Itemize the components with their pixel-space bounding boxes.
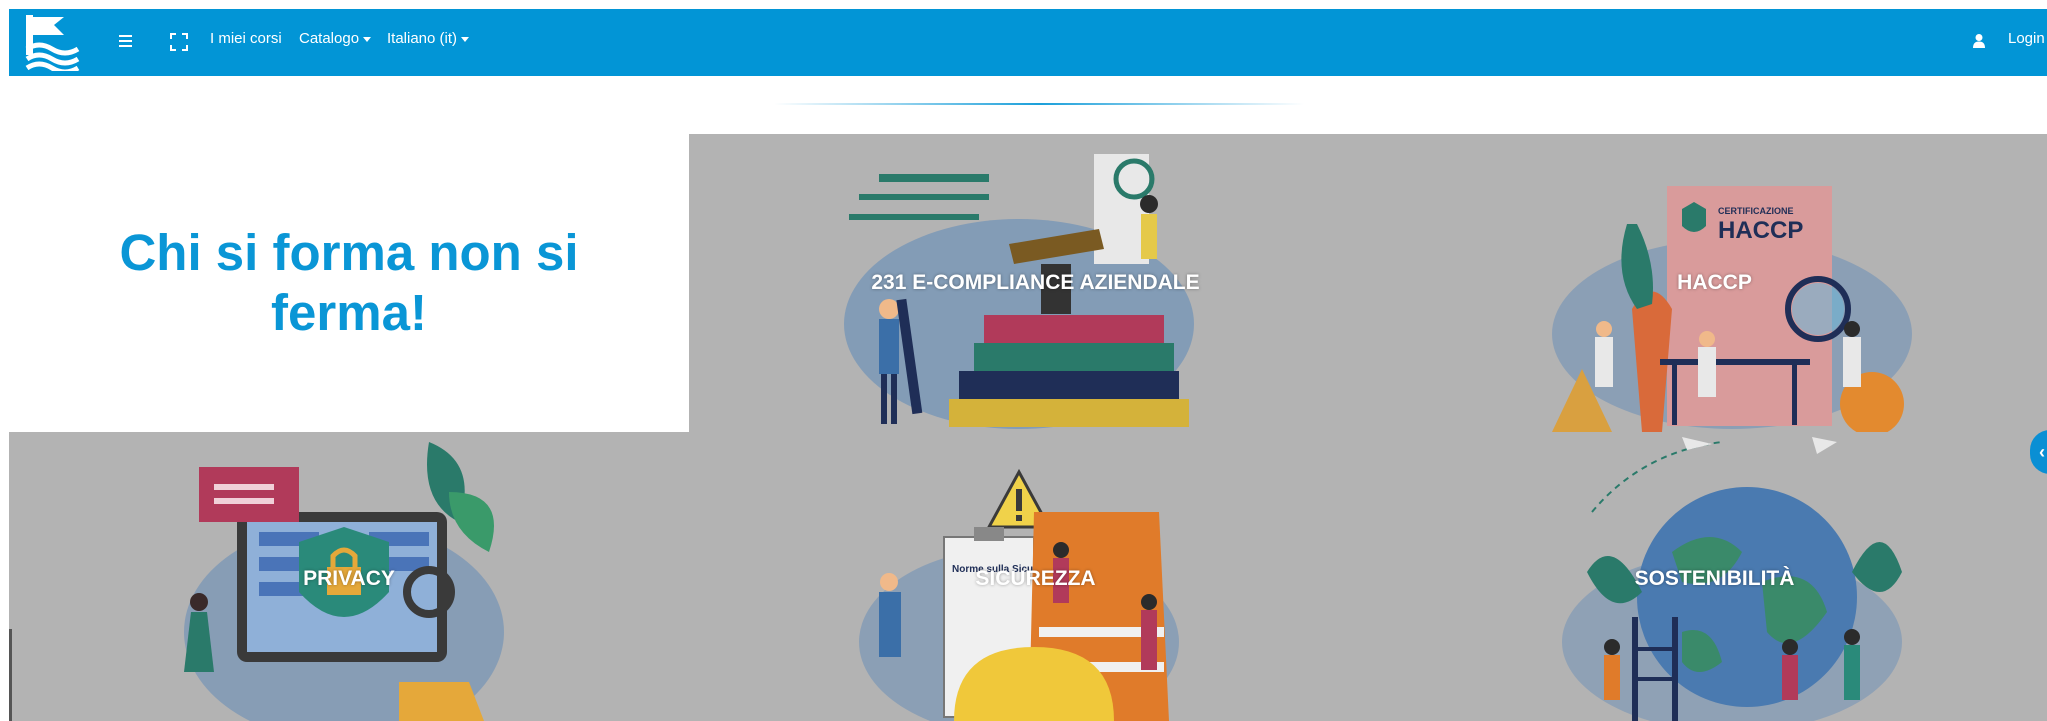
tile-label-sustainability: SOSTENIBILITÀ: [1634, 567, 1795, 590]
decorative-divider: [774, 103, 1304, 105]
nav-catalog-dropdown[interactable]: Catalogo: [299, 30, 372, 47]
chevron-left-icon: ‹: [2039, 442, 2045, 462]
nav-catalog-label: Catalogo: [299, 30, 360, 47]
caret-down-icon: [363, 36, 372, 42]
login-link[interactable]: Login: [2008, 30, 2045, 47]
badge-title: CERTIFICAZIONE: [1718, 206, 1794, 216]
page: I miei corsi Catalogo Italiano (it) Logi…: [9, 9, 2047, 721]
hero-title: Chi si forma non si ferma!: [119, 224, 579, 341]
tile-label-privacy: PRIVACY: [303, 567, 395, 590]
badge-text: HACCP: [1718, 217, 1803, 244]
hero-block: Chi si forma non si ferma!: [9, 134, 689, 432]
course-category-tile-safety[interactable]: Norme sulla Sicur SICUREZZA: [689, 432, 1382, 721]
course-category-tile-compliance[interactable]: 231 E-COMPLIANCE AZIENDALE: [689, 134, 1382, 432]
hamburger-icon[interactable]: [118, 34, 134, 48]
fullscreen-icon[interactable]: [170, 33, 188, 51]
tile-label-compliance: 231 E-COMPLIANCE AZIENDALE: [871, 271, 1200, 294]
nav-language-dropdown[interactable]: Italiano (it): [387, 30, 470, 47]
top-navbar: I miei corsi Catalogo Italiano (it) Logi…: [9, 9, 2047, 76]
nav-my-courses[interactable]: I miei corsi: [210, 30, 282, 47]
user-icon: [1973, 34, 1985, 48]
course-category-tile-sustainability[interactable]: SOSTENIBILITÀ: [1382, 432, 2047, 721]
nav-language-label: Italiano (it): [387, 30, 458, 47]
caret-down-icon: [461, 36, 470, 42]
tile-label-safety: SICUREZZA: [975, 567, 1096, 590]
site-logo[interactable]: [24, 13, 80, 71]
left-edge-shadow: [9, 629, 12, 721]
course-category-tile-haccp[interactable]: CERTIFICAZIONE HACCP HACCP: [1382, 134, 2047, 432]
tile-label-haccp: HACCP: [1677, 271, 1752, 294]
course-category-tile-privacy[interactable]: PRIVACY: [9, 432, 689, 721]
